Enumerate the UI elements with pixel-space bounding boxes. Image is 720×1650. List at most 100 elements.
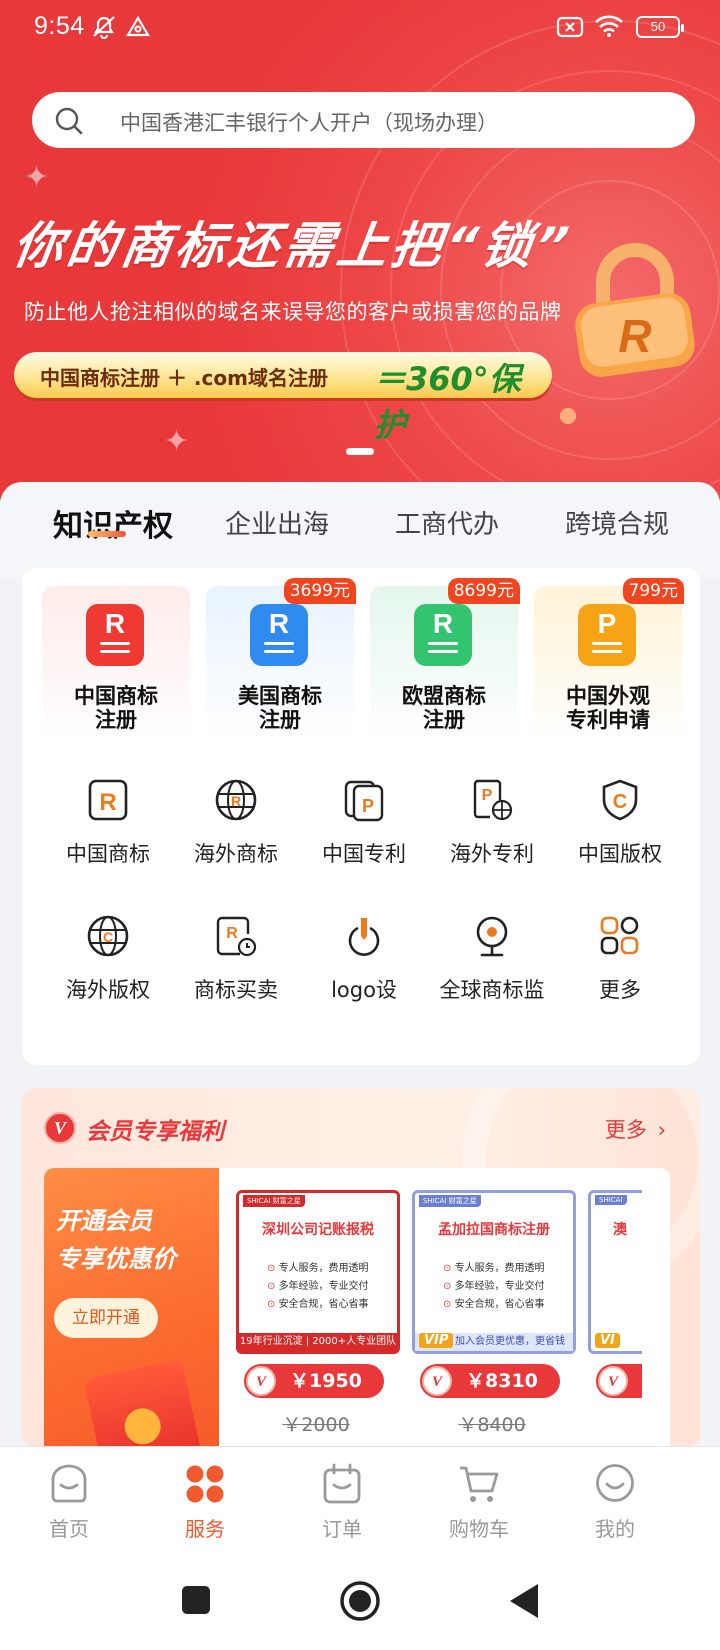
member-products: 开通会员 专享优惠价 立即开通 SHICAI 财富之星 深圳公司记账报税 专人服… [44,1168,670,1448]
svg-text:R: R [226,925,238,942]
grid-item-overseas-copyright[interactable]: C 海外版权 [46,914,170,1024]
back-button[interactable] [508,1582,540,1620]
trademark-r-icon: R [86,604,144,666]
grid-item-trademark-monitor[interactable]: 全球商标监 [430,914,554,1024]
decor-dot [560,408,576,424]
nav-profile[interactable]: 我的 [560,1463,670,1547]
feature-eu-trademark[interactable]: R 欧盟商标 注册 8699元 [370,578,520,744]
battery-icon: 50 [636,16,684,38]
more-apps-icon [600,916,639,955]
nav-orders[interactable]: 订单 [287,1463,397,1547]
grid-item-more[interactable]: 更多 [558,914,682,1024]
member-price-button[interactable]: V ￥8310 [420,1364,560,1398]
member-benefits-card: V 会员专享福利 更多 › 开通会员 专享优惠价 立即开通 SHICAI 财富之… [22,1088,700,1448]
patent-p-icon: P [578,604,636,666]
grid-item-trademark-trade[interactable]: R 商标买卖 [174,914,298,1024]
tab-ip[interactable]: 知识产权 [53,501,173,545]
vip-badge-icon: V [598,1366,628,1396]
grid-item-logo-design[interactable]: logo设 [302,914,426,1024]
services-icon [186,1465,224,1503]
original-price: ￥8400 [458,1414,526,1436]
carousel-indicator[interactable] [346,448,374,455]
globe-c-icon: C [87,915,129,957]
search-icon [55,107,83,135]
status-bar: 9:54 50 [0,0,720,56]
grid-item-overseas-trademark[interactable]: R 海外商标 [174,778,298,888]
feature-label: 美国商标 注册 [238,684,322,732]
offer-text: 中国商标注册 ＋ .com域名注册 [40,366,328,390]
home-button[interactable] [339,1580,381,1622]
nav-services[interactable]: 服务 [150,1463,260,1547]
orders-icon [323,1463,361,1504]
lock-letter: R [618,310,651,362]
services-card: R 中国商标 注册 R 美国商标 注册 3699元 R 欧盟商标 注册 8699… [22,568,700,1065]
grid-item-cn-patent[interactable]: P 中国专利 [302,778,426,888]
search-bar[interactable]: 中国香港汇丰银行个人开户（现场办理） [32,92,695,148]
pen-nib-icon [348,918,380,956]
price-badge: 799元 [622,578,684,604]
promo-title: 开通会员 专享优惠价 [56,1207,176,1273]
mute-icon [93,16,115,39]
product-image: SHICAI 财富之星 孟加拉国商标注册 专人服务，费用透明 多年经验，专业交付… [412,1190,576,1354]
nav-cart[interactable]: 购物车 [424,1463,534,1547]
grid-item-overseas-patent[interactable]: P 海外专利 [430,778,554,888]
padlock-icon: R [575,243,695,377]
no-sim-icon [556,16,584,38]
tab-overseas[interactable]: 企业出海 [225,504,329,541]
member-title: 会员专享福利 [86,1119,224,1145]
bottom-navigation: 首页 服务 订单 购物车 我的 [0,1446,720,1556]
trademark-clock-icon: R [216,916,257,957]
feature-us-trademark[interactable]: R 美国商标 注册 3699元 [206,578,356,744]
active-tab-underline [88,531,126,537]
sparkle-icon: ✦ [24,160,50,195]
price-badge: 8699元 [447,578,520,604]
price-badge: 3699元 [283,578,356,604]
open-membership-button[interactable]: 立即开通 [54,1298,158,1338]
member-price-button[interactable]: V ￥1950 [244,1364,384,1398]
globe-r-icon: R [215,779,257,821]
scroll-clip [642,1168,670,1448]
system-navigation-bar [0,1556,720,1650]
member-promo[interactable]: 开通会员 专享优惠价 立即开通 [44,1168,219,1448]
tab-business[interactable]: 工商代办 [395,504,499,541]
patent-p-icon: P [344,780,384,822]
banner-offer-pill[interactable]: 中国商标注册 ＋ .com域名注册 ＝360°保护 [14,352,552,444]
vip-badge-icon: V [422,1366,452,1396]
wifi-icon [595,15,623,37]
product-image: SHICAI 财富之星 深圳公司记账报税 专人服务，费用透明 多年经验，专业交付… [236,1190,400,1354]
svg-text:P: P [482,787,493,804]
vip-badge-icon: V [246,1366,276,1396]
recents-button[interactable] [182,1586,210,1614]
grid-item-cn-trademark[interactable]: R 中国商标 [46,778,170,888]
offer-highlight: ＝360°保护 [374,360,521,444]
patent-globe-icon: P [473,779,513,821]
tab-compliance[interactable]: 跨境合规 [565,504,669,541]
search-placeholder: 中国香港汇丰银行个人开户（现场办理） [120,111,498,135]
vip-badge-icon: V [44,1112,76,1144]
sparkle-icon: ✦ [164,424,190,459]
grid-item-cn-copyright[interactable]: C 中国版权 [558,778,682,888]
banner-subtitle: 防止他人抢注相似的域名来误导您的客户或损害您的品牌 [24,300,562,324]
svg-text:C: C [613,791,627,813]
red-envelope-icon [83,1358,205,1448]
copyright-shield-icon: C [602,779,638,821]
svg-text:R: R [231,793,241,809]
status-time: 9:54 [34,12,85,40]
feature-label: 中国商标 注册 [74,684,158,732]
cart-icon [460,1466,499,1502]
chevron-right-icon: › [657,1118,666,1142]
member-more-link[interactable]: 更多 › [605,1114,666,1144]
trademark-r-icon: R [88,779,128,821]
feature-design-patent[interactable]: P 中国外观 专利申请 799元 [534,578,684,744]
banner-title: 你的商标还需上把“锁” [9,217,576,275]
profile-icon [596,1464,634,1502]
category-tabs: 知识产权 企业出海 工商代办 跨境合规 [0,482,720,578]
trademark-r-icon: R [250,604,308,666]
svg-text:P: P [362,796,374,816]
trademark-r-icon: R [414,604,472,666]
home-icon [51,1464,87,1503]
feature-cn-trademark[interactable]: R 中国商标 注册 [42,586,190,744]
nav-home[interactable]: 首页 [14,1463,124,1547]
original-price: ￥2000 [282,1414,350,1436]
svg-text:R: R [99,789,116,816]
